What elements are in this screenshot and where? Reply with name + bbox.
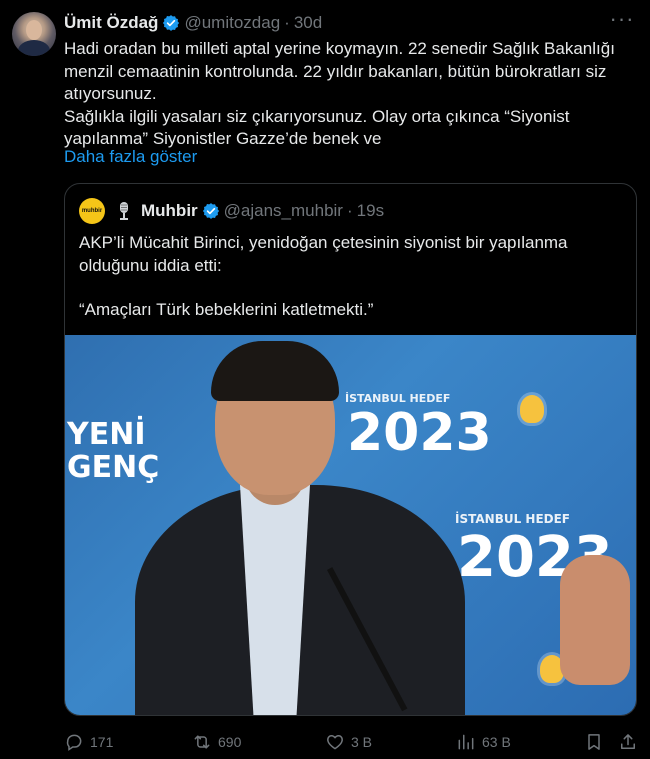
speaker-hand [560,555,630,685]
quoted-author-handle[interactable]: @ajans_muhbir [224,201,343,221]
like-button[interactable]: 3 B [325,728,372,756]
author-display-name[interactable]: Ümit Özdağ [64,13,158,33]
share-button[interactable] [618,728,638,756]
tweet: Ümit Özdağ @umitozdag · 30d ··· Hadi ora… [0,0,650,759]
quoted-tweet-time[interactable]: 19s [357,201,384,221]
poster-left-line1: YENİ [67,417,146,452]
microphone-icon [120,202,128,220]
bookmark-button[interactable] [584,728,604,756]
more-icon[interactable]: ··· [608,8,636,34]
quoted-tweet-paragraph-2: “Amaçları Türk bebeklerini katletmekti.” [79,300,374,319]
author-avatar[interactable] [12,12,56,56]
heart-icon [327,735,343,750]
poster-year-top: 2023 [347,403,492,463]
tweet-actions: 171 690 3 B 63 B [64,728,640,756]
quoted-tweet[interactable]: muhbir Muhbir @ajans_muhbir · 19s AKP’li… [64,183,637,716]
header-separator: · [284,13,290,32]
views-count: 63 B [482,734,511,750]
poster-left-line2: GENÇ [67,450,160,485]
avatar-face [26,20,42,40]
party-logo-bulb [520,395,544,423]
bookmark-icon [588,734,600,750]
tweet-body-paragraph-1: Hadi oradan bu milleti aptal yerine koym… [64,39,615,103]
repost-icon [194,735,210,749]
verified-badge-icon [163,15,180,31]
repost-count: 690 [218,734,242,750]
tweet-body-paragraph-2: Sağlıkla ilgili yasaları siz çıkarıyorsu… [64,106,570,149]
tweet-body: Hadi oradan bu milleti aptal yerine koym… [64,38,634,151]
quoted-tweet-header: muhbir Muhbir @ajans_muhbir · 19s [79,198,384,224]
reply-button[interactable]: 171 [64,728,113,756]
tweet-time[interactable]: 30d [294,13,322,33]
quoted-author-display-name[interactable]: Muhbir [141,201,198,221]
reply-count: 171 [90,734,114,750]
quoted-tweet-image[interactable]: YENİ GENÇ İSTANBUL HEDEF 2023 İSTANBUL H… [65,335,636,715]
like-count: 3 B [351,734,373,750]
author-handle[interactable]: @umitozdag [184,13,280,33]
quoted-author-avatar[interactable]: muhbir [79,198,105,224]
speaker-hair [211,341,339,401]
views-button[interactable]: 63 B [456,728,511,756]
quoted-tweet-paragraph-1: AKP’li Mücahit Birinci, yenidoğan çetesi… [79,233,568,275]
views-chart-icon [458,734,474,750]
quoted-header-separator: · [346,201,353,220]
avatar-suit [18,40,50,56]
tweet-header: Ümit Özdağ @umitozdag · 30d [64,12,322,34]
show-more-link[interactable]: Daha fazla göster [64,147,197,167]
repost-button[interactable]: 690 [192,728,241,756]
quoted-verified-badge-icon [202,203,219,219]
reply-icon [66,734,82,751]
share-icon [621,734,635,749]
poster-caption-bottom: İSTANBUL HEDEF [455,512,571,526]
quoted-tweet-body: AKP’li Mücahit Birinci, yenidoğan çetesi… [79,232,624,344]
